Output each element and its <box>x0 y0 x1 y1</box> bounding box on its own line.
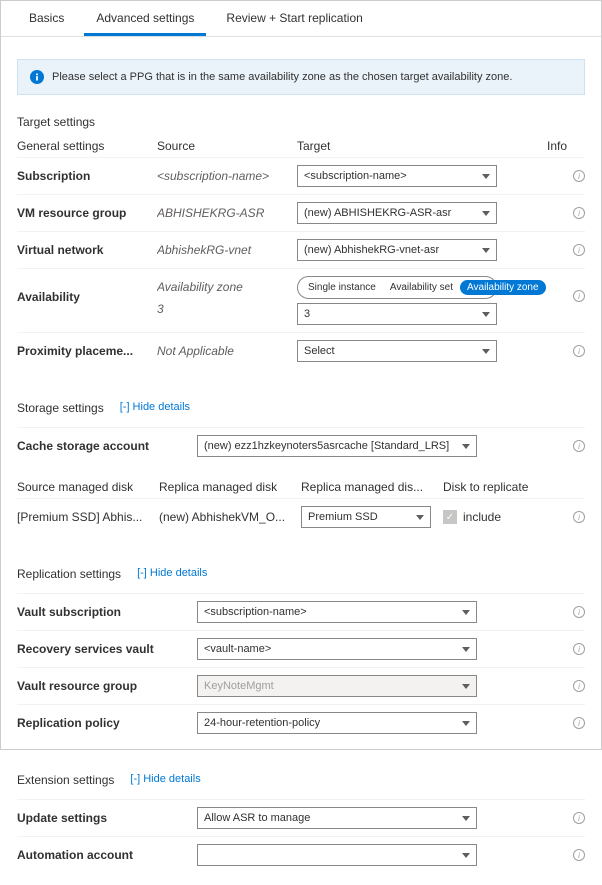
target-settings-title: Target settings <box>17 115 585 129</box>
tabs: Basics Advanced settings Review + Start … <box>1 1 601 37</box>
disk-replica: (new) AbhishekVM_O... <box>159 510 289 524</box>
vrg-select: KeyNoteMgmt <box>197 675 477 697</box>
vnet-label: Virtual network <box>17 243 157 257</box>
disk-source: [Premium SSD] Abhis... <box>17 510 147 524</box>
header-general: General settings <box>17 139 157 153</box>
info-icon[interactable]: i <box>573 345 585 357</box>
vmrg-select[interactable]: (new) ABHISHEKRG-ASR-asr <box>297 202 497 224</box>
automation-label: Automation account <box>17 848 197 862</box>
extension-title: Extension settings <box>17 773 114 787</box>
info-icon[interactable]: i <box>573 290 585 302</box>
tab-advanced[interactable]: Advanced settings <box>84 1 206 36</box>
policy-select[interactable]: 24-hour-retention-policy <box>197 712 477 734</box>
include-checkbox[interactable] <box>443 510 457 524</box>
vmrg-source: ABHISHEKRG-ASR <box>157 206 297 220</box>
banner-text: Please select a PPG that is in the same … <box>52 71 512 83</box>
vrg-label: Vault resource group <box>17 679 197 693</box>
storage-hide-link[interactable]: [-] Hide details <box>120 401 190 413</box>
vnet-select[interactable]: (new) AbhishekRG-vnet-asr <box>297 239 497 261</box>
vaultsub-select[interactable]: <subscription-name> <box>197 601 477 623</box>
disk-h1: Source managed disk <box>17 480 147 494</box>
disk-h4: Disk to replicate <box>443 480 543 494</box>
disk-h3: Replica managed dis... <box>301 480 431 494</box>
extension-hide-link[interactable]: [-] Hide details <box>130 773 200 785</box>
rsv-label: Recovery services vault <box>17 642 197 656</box>
replication-hide-link[interactable]: [-] Hide details <box>137 567 207 579</box>
availability-label: Availability <box>17 276 157 304</box>
ppg-label: Proximity placeme... <box>17 344 157 358</box>
automation-select[interactable] <box>197 844 477 866</box>
info-icon[interactable]: i <box>573 244 585 256</box>
ppg-source: Not Applicable <box>157 344 297 358</box>
vmrg-label: VM resource group <box>17 206 157 220</box>
availability-pill-group: Single instance Availability set Availab… <box>297 276 497 299</box>
storage-title: Storage settings <box>17 401 104 415</box>
tab-review[interactable]: Review + Start replication <box>214 1 374 36</box>
header-info: Info <box>497 139 585 153</box>
availability-source-zone: 3 <box>157 302 289 316</box>
info-banner: Please select a PPG that is in the same … <box>17 59 585 95</box>
pill-single[interactable]: Single instance <box>301 280 383 295</box>
policy-label: Replication policy <box>17 716 197 730</box>
update-label: Update settings <box>17 811 197 825</box>
info-icon[interactable]: i <box>573 643 585 655</box>
header-source: Source <box>157 139 297 153</box>
subscription-label: Subscription <box>17 169 157 183</box>
info-icon[interactable]: i <box>573 207 585 219</box>
vaultsub-label: Vault subscription <box>17 605 197 619</box>
pill-avset[interactable]: Availability set <box>383 280 460 295</box>
include-label: include <box>463 510 501 524</box>
rsv-select[interactable]: <vault-name> <box>197 638 477 660</box>
availability-source-type: Availability zone <box>157 280 289 294</box>
disk-h2: Replica managed disk <box>159 480 289 494</box>
replication-title: Replication settings <box>17 567 121 581</box>
cache-label: Cache storage account <box>17 439 197 453</box>
cache-select[interactable]: (new) ezz1hzkeynoters5asrcache [Standard… <box>197 435 477 457</box>
tab-basics[interactable]: Basics <box>17 1 76 36</box>
subscription-source: <subscription-name> <box>157 169 297 183</box>
header-target: Target <box>297 139 497 153</box>
info-icon[interactable]: i <box>573 849 585 861</box>
subscription-select[interactable]: <subscription-name> <box>297 165 497 187</box>
info-icon <box>30 70 44 84</box>
info-icon[interactable]: i <box>573 812 585 824</box>
info-icon[interactable]: i <box>573 717 585 729</box>
info-icon[interactable]: i <box>573 606 585 618</box>
ppg-select[interactable]: Select <box>297 340 497 362</box>
info-icon[interactable]: i <box>573 440 585 452</box>
disk-type-select[interactable]: Premium SSD <box>301 506 431 528</box>
update-select[interactable]: Allow ASR to manage <box>197 807 477 829</box>
info-icon[interactable]: i <box>573 511 585 523</box>
vnet-source: AbhishekRG-vnet <box>157 243 297 257</box>
info-icon[interactable]: i <box>573 170 585 182</box>
info-icon[interactable]: i <box>573 680 585 692</box>
availability-zone-select[interactable]: 3 <box>297 303 497 325</box>
